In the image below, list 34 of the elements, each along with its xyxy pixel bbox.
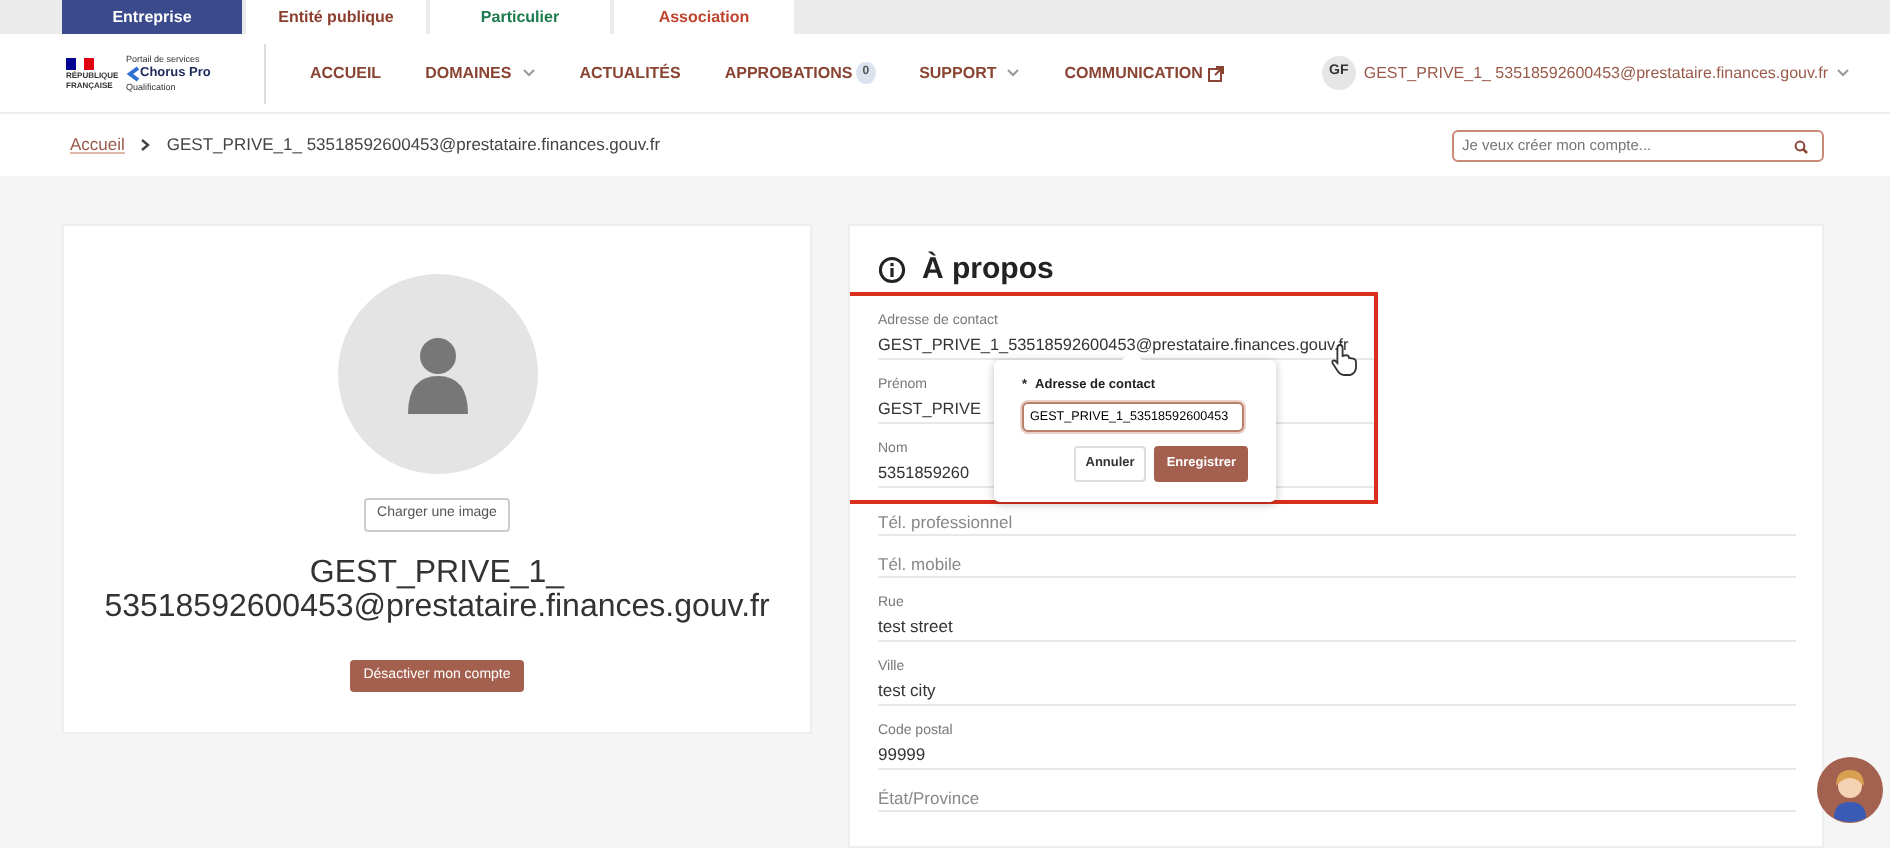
chevron-logo-icon [126,65,140,81]
nav-link[interactable]: SUPPORT [919,61,1021,85]
audience-tab[interactable]: Entité publique [246,0,426,34]
field-value[interactable]: test city [878,678,936,704]
user-email[interactable]: GEST_PRIVE_1_ 53518592600453@prestataire.finances.gouv.fr [1363,61,1828,85]
field-value[interactable]: GEST_PRIVE [878,396,981,422]
field-label: Tél. professionnel [878,510,1013,534]
audience-tab[interactable]: Particulier [430,0,610,34]
breadcrumb-current: GEST_PRIVE_1_ 53518592600453@prestataire.finances.gouv.fr [166,132,661,158]
caret-icon [1006,68,1021,78]
audience-tab[interactable]: Association [614,0,794,34]
field-value[interactable]: 99999 [878,742,926,768]
search-icon [1794,139,1808,153]
profile-name: GEST_PRIVE_1_ 53518592600453@prestataire.finances.gouv.fr [102,555,772,623]
nav-link[interactable]: DOMAINES [425,61,536,85]
flag-icon [66,57,94,69]
nav-link[interactable]: ACCUEIL [310,61,382,85]
caret-icon [1836,68,1850,78]
field-label: État/Province [878,786,980,810]
field-value[interactable]: 5351859260 [878,460,970,486]
caret-icon [521,68,536,78]
section-title: À propos [922,250,1054,290]
external-link-icon [1208,65,1225,81]
field-value[interactable]: test street [878,614,953,640]
audience-tab[interactable]: Entreprise [62,0,242,34]
field-label: Tél. mobile [878,552,962,576]
breadcrumb-link[interactable]: Accueil [70,132,125,158]
user-icon [403,334,471,414]
nav-link[interactable]: COMMUNICATION [1064,61,1225,85]
chevron-icon [140,138,151,152]
field-value[interactable]: GEST_PRIVE_1_53518592600453@prestataire.finances.gouv.fr [878,332,1349,358]
info-icon [878,256,906,284]
nav-link[interactable]: ACTUALITÉS [579,61,681,85]
chat-assistant-icon[interactable] [1816,756,1884,824]
